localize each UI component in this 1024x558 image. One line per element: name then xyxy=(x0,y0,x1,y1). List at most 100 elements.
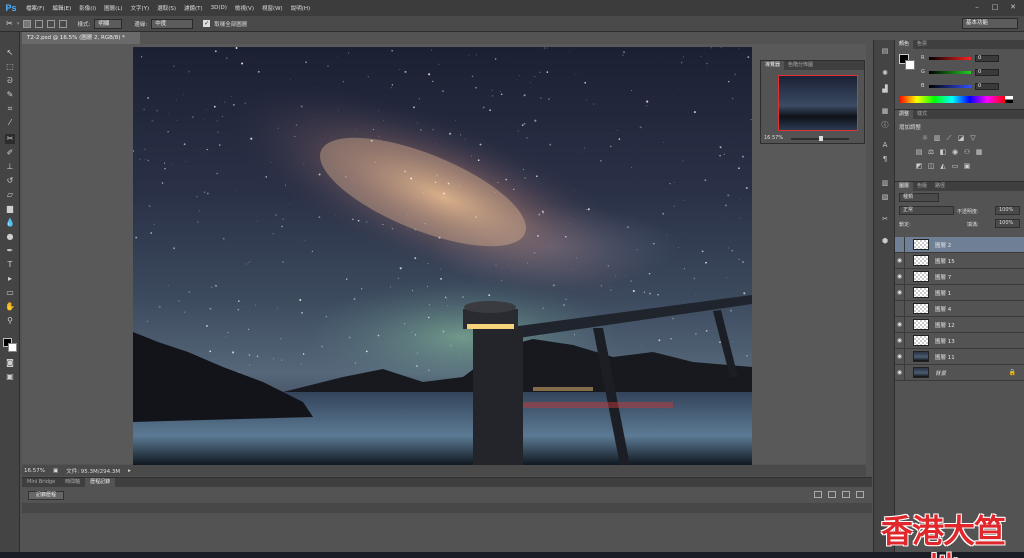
snapshot-icon[interactable] xyxy=(814,491,822,498)
zoom-tool-icon[interactable]: ⚲ xyxy=(5,316,15,326)
menu-layer[interactable]: 圖層(L) xyxy=(100,4,126,12)
navigator-thumbnail[interactable] xyxy=(778,75,858,131)
new-document-icon[interactable] xyxy=(828,491,836,498)
close-button[interactable]: ✕ xyxy=(1008,2,1018,12)
shape-tool-icon[interactable]: ▭ xyxy=(5,288,15,298)
tool-presets-icon[interactable]: ✂ xyxy=(879,214,891,225)
curves-icon[interactable]: ⟋ xyxy=(945,134,953,142)
levels-icon[interactable]: ▥ xyxy=(933,134,941,142)
blur-tool-icon[interactable]: 💧 xyxy=(5,218,15,228)
histogram-icon[interactable]: ▟ xyxy=(879,84,891,95)
layer-row[interactable]: ◉ 圖層 7 xyxy=(895,268,1024,285)
eye-icon[interactable]: ◉ xyxy=(895,268,905,285)
history-icon[interactable]: ▤ xyxy=(879,46,891,57)
workspace-select[interactable]: 基本功能 xyxy=(962,18,1018,29)
screen-mode-icon[interactable]: ▣ xyxy=(5,372,15,382)
menu-help[interactable]: 說明(H) xyxy=(287,4,314,12)
eye-icon[interactable]: ◉ xyxy=(895,252,905,269)
layer-row[interactable]: 圖層 2 xyxy=(895,236,1024,253)
trash-icon[interactable] xyxy=(856,491,864,498)
brush-settings-icon[interactable]: ✺ xyxy=(879,68,891,79)
tab-histogram[interactable]: 色階分佈圖 xyxy=(784,61,817,70)
document-tab[interactable]: T2-2.psd @ 16.5% (圖層 2, RGB/8) * xyxy=(22,32,140,44)
quick-select-tool-icon[interactable]: ✎ xyxy=(5,90,15,100)
red-value[interactable]: 0 xyxy=(975,55,999,62)
new-layer-icon[interactable] xyxy=(842,491,850,498)
color-balance-icon[interactable]: ⚖ xyxy=(927,148,935,156)
layer-row[interactable]: 圖層 4 xyxy=(895,300,1024,317)
crop-tool-icon[interactable]: ⌗ xyxy=(5,104,15,114)
3d-icon[interactable]: ⬢ xyxy=(879,236,891,247)
tab-styles[interactable]: 樣式 xyxy=(913,110,931,119)
eye-icon[interactable]: ◉ xyxy=(895,316,905,333)
navigator-zoom[interactable]: 16.57% xyxy=(764,135,783,141)
layer-row[interactable]: ◉ 圖層 1 xyxy=(895,284,1024,301)
visibility-toggle[interactable] xyxy=(895,236,905,253)
tab-history[interactable]: 歷程記錄 xyxy=(85,478,116,487)
type-tool-icon[interactable]: T xyxy=(5,260,15,270)
milky-way-photo[interactable] xyxy=(133,47,752,465)
color-spectrum[interactable] xyxy=(899,96,1005,103)
opacity-input[interactable]: 100% xyxy=(995,206,1020,215)
fill-input[interactable]: 100% xyxy=(995,219,1020,228)
dodge-tool-icon[interactable]: ● xyxy=(5,232,15,242)
brush-tool-icon[interactable]: ✐ xyxy=(5,148,15,158)
tool-preset-icon[interactable]: ✂ xyxy=(6,19,13,28)
tab-mini-bridge[interactable]: Mini Bridge xyxy=(22,478,60,487)
actions-icon[interactable]: ▦ xyxy=(879,106,891,117)
brightness-icon[interactable]: ☼ xyxy=(921,134,929,142)
menu-3d[interactable]: 3D(D) xyxy=(207,5,231,11)
quick-mask-icon[interactable]: ◙ xyxy=(5,358,15,368)
properties-icon[interactable]: ▥ xyxy=(879,178,891,189)
history-brush-tool-icon[interactable]: ↺ xyxy=(5,176,15,186)
menu-image[interactable]: 影像(I) xyxy=(75,4,100,12)
new-selection-icon[interactable] xyxy=(23,19,32,28)
green-slider[interactable] xyxy=(929,71,971,74)
blue-value[interactable]: 0 xyxy=(975,83,999,90)
healing-tool-icon[interactable]: ✂ xyxy=(5,134,15,144)
menu-select[interactable]: 選取(S) xyxy=(153,4,180,12)
tab-adjustments[interactable]: 調整 xyxy=(895,110,914,119)
navigator-slider-handle[interactable] xyxy=(819,136,823,141)
eye-icon[interactable]: ◉ xyxy=(895,284,905,301)
tab-paths[interactable]: 路徑 xyxy=(931,182,949,191)
tab-layers[interactable]: 圖層 xyxy=(895,182,914,191)
intersect-selection-icon[interactable] xyxy=(59,19,68,28)
hand-tool-icon[interactable]: ✋ xyxy=(5,302,15,312)
add-selection-icon[interactable] xyxy=(35,19,44,28)
character-icon[interactable]: A xyxy=(879,140,891,151)
eye-icon[interactable]: ◉ xyxy=(895,332,905,349)
subtract-selection-icon[interactable] xyxy=(47,19,56,28)
status-menu-icon[interactable]: ▣ xyxy=(53,468,58,474)
tab-timeline[interactable]: 時間軸 xyxy=(60,478,85,487)
background-color-swatch[interactable] xyxy=(8,343,17,352)
black-white-ramp[interactable] xyxy=(1005,96,1013,103)
lasso-tool-icon[interactable]: ᘐ xyxy=(5,76,15,86)
layer-row[interactable]: ◉ 背景 🔒 xyxy=(895,364,1024,381)
color-lookup-icon[interactable]: ▦ xyxy=(975,148,983,156)
pen-tool-icon[interactable]: ✒ xyxy=(5,246,15,256)
tab-channels[interactable]: 色版 xyxy=(913,182,931,191)
layer-row[interactable]: ◉ 圖層 12 xyxy=(895,316,1024,333)
marquee-tool-icon[interactable]: ⬚ xyxy=(5,62,15,72)
blue-slider[interactable] xyxy=(929,85,971,88)
menu-filter[interactable]: 濾鏡(T) xyxy=(180,4,207,12)
channel-mixer-icon[interactable]: ⚇ xyxy=(963,148,971,156)
eye-icon[interactable]: ◉ xyxy=(895,364,905,381)
layer-row[interactable]: ◉ 圖層 11 xyxy=(895,348,1024,365)
posterize-icon[interactable]: ◫ xyxy=(927,162,935,170)
move-tool-icon[interactable]: ↖ xyxy=(5,48,15,58)
vibrance-icon[interactable]: ▽ xyxy=(969,134,977,142)
stamp-tool-icon[interactable]: ⊥ xyxy=(5,162,15,172)
visibility-toggle[interactable] xyxy=(895,300,905,317)
selective-color-icon[interactable]: ▣ xyxy=(963,162,971,170)
eraser-tool-icon[interactable]: ▱ xyxy=(5,190,15,200)
photo-filter-icon[interactable]: ◉ xyxy=(951,148,959,156)
blend-mode-select[interactable]: 正常 xyxy=(899,206,954,215)
info-icon[interactable]: ⓘ xyxy=(879,120,891,131)
tab-navigator[interactable]: 導覽器 xyxy=(761,61,785,70)
invert-icon[interactable]: ◩ xyxy=(915,162,923,170)
threshold-select[interactable]: 中度 xyxy=(151,18,194,29)
black-white-icon[interactable]: ◧ xyxy=(939,148,947,156)
menu-view[interactable]: 檢視(V) xyxy=(231,4,258,12)
